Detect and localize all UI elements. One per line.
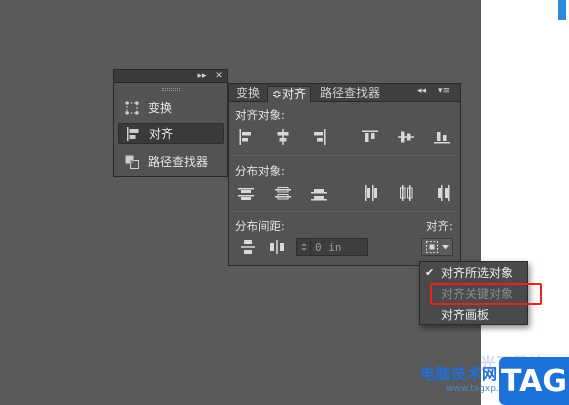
align-to-selection-icon bbox=[426, 241, 438, 253]
align-left-edge-icon[interactable] bbox=[238, 129, 254, 145]
align-bottom-edge-icon[interactable] bbox=[434, 129, 450, 145]
check-icon: ✔ bbox=[425, 266, 435, 279]
chevron-down-icon bbox=[442, 244, 449, 249]
menu-item-label: 对齐画板 bbox=[441, 308, 490, 322]
distribute-bottom-icon[interactable] bbox=[311, 185, 327, 201]
align-to-label: 对齐: bbox=[426, 219, 453, 233]
align-right-edge-icon[interactable] bbox=[311, 129, 327, 145]
artboard-canvas bbox=[481, 0, 569, 405]
distribute-right-icon[interactable] bbox=[434, 185, 450, 201]
align-objects-label: 对齐对象: bbox=[235, 108, 285, 122]
align-icon bbox=[125, 126, 141, 142]
canvas-selection-marker bbox=[558, 0, 566, 20]
distribute-horizontal-center-icon[interactable] bbox=[398, 185, 414, 201]
distribute-left-icon[interactable] bbox=[362, 185, 378, 201]
highlight-annotation-box bbox=[430, 283, 542, 305]
close-panel-icon[interactable]: ✕ bbox=[213, 70, 225, 83]
spacing-value-input[interactable]: 0 in bbox=[296, 238, 368, 256]
distribute-spacing-label: 分布间距: bbox=[235, 219, 285, 233]
menu-item-align-to-selection[interactable]: ✔ 对齐所选对象 bbox=[420, 263, 527, 283]
mini-item-label: 变换 bbox=[148, 101, 173, 115]
panel-tab-bar: 变换 ≎对齐 路径查找器 ◂◂ ▾≡ bbox=[229, 84, 460, 102]
collapsed-panel-header[interactable]: ▸▸ ✕ bbox=[114, 70, 227, 83]
distribute-top-icon[interactable] bbox=[238, 185, 254, 201]
menu-item-label: 对齐所选对象 bbox=[441, 266, 514, 280]
collapse-panel-icon[interactable]: ◂◂ bbox=[417, 86, 426, 96]
align-horizontal-center-icon[interactable] bbox=[275, 129, 291, 145]
distribute-objects-label: 分布对象: bbox=[235, 164, 285, 178]
mini-item-pathfinder[interactable]: 路径查找器 bbox=[118, 151, 224, 172]
expand-panels-icon[interactable]: ▸▸ bbox=[196, 70, 208, 83]
align-top-edge-icon[interactable] bbox=[362, 129, 378, 145]
distribute-horizontal-space-icon[interactable] bbox=[269, 239, 285, 255]
menu-item-align-to-artboard[interactable]: 对齐画板 bbox=[420, 305, 527, 325]
align-panel: 变换 ≎对齐 路径查找器 ◂◂ ▾≡ 对齐对象: 分布对象: 分布间距: 0 i… bbox=[228, 83, 461, 266]
align-vertical-center-icon[interactable] bbox=[398, 129, 414, 145]
panel-grip-icon[interactable] bbox=[162, 88, 180, 91]
mini-item-align[interactable]: 对齐 bbox=[118, 123, 224, 144]
mini-item-label: 路径查找器 bbox=[148, 155, 209, 169]
section-divider bbox=[232, 155, 456, 156]
collapsed-panel-group: ▸▸ ✕ 变换 对齐 路径查找器 bbox=[113, 69, 228, 177]
spacing-value: 0 in bbox=[315, 240, 342, 254]
spacing-stepper[interactable] bbox=[297, 239, 311, 255]
watermark-site-name: 电脑技术网 bbox=[420, 365, 498, 383]
tab-align[interactable]: ≎对齐 bbox=[267, 86, 312, 102]
panel-menu-icon[interactable]: ▾≡ bbox=[438, 86, 450, 96]
mini-item-transform[interactable]: 变换 bbox=[118, 97, 224, 118]
distribute-vertical-space-icon[interactable] bbox=[240, 239, 256, 255]
section-divider bbox=[232, 211, 456, 212]
mini-item-label: 对齐 bbox=[149, 127, 174, 141]
pathfinder-icon bbox=[124, 154, 140, 170]
tab-transform[interactable]: 变换 bbox=[232, 86, 264, 102]
align-to-dropdown-button[interactable] bbox=[421, 238, 453, 256]
transform-icon bbox=[124, 100, 140, 116]
tab-pathfinder[interactable]: 路径查找器 bbox=[316, 86, 384, 102]
watermark-tag-logo: TAG bbox=[499, 357, 569, 405]
distribute-vertical-center-icon[interactable] bbox=[275, 185, 291, 201]
